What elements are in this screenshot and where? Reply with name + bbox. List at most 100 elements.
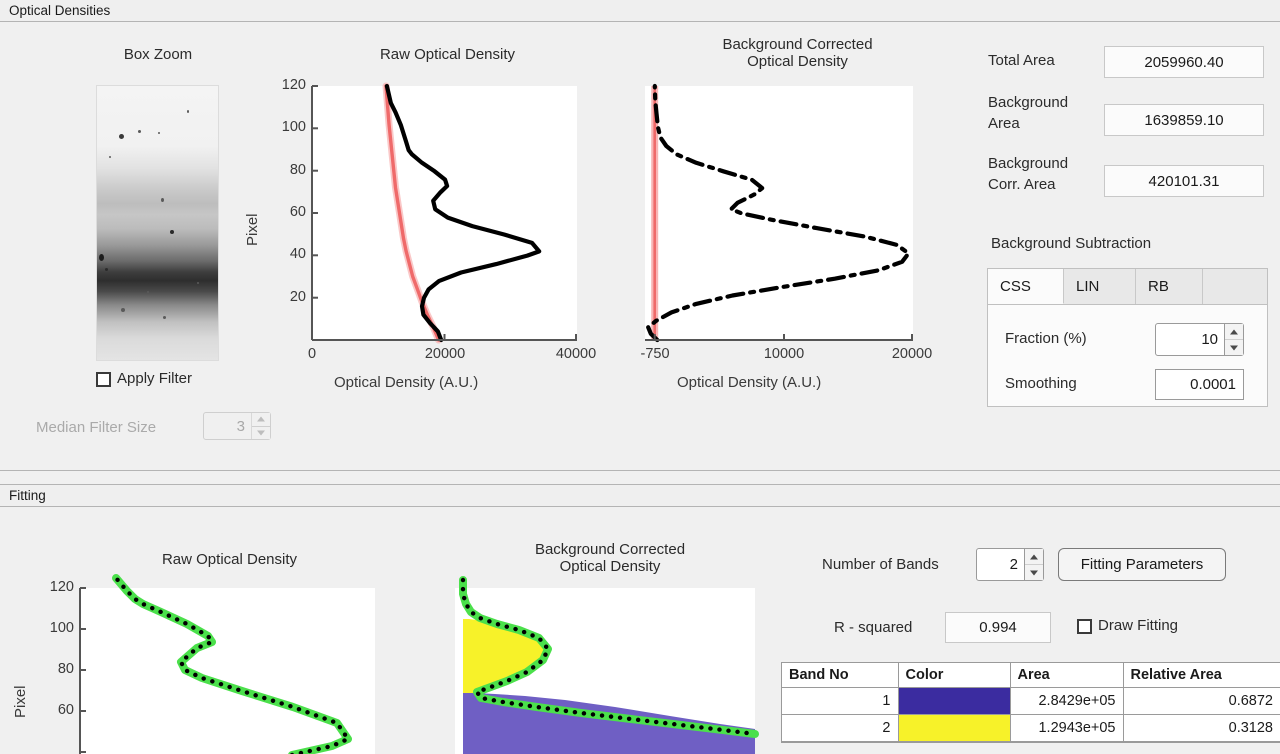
raw-od-ytick: 80	[289, 162, 306, 178]
apply-filter-checkbox[interactable]	[96, 372, 111, 387]
table-row[interactable]: 1 2.8429e+05 0.6872	[782, 687, 1280, 715]
stepper-up-icon	[252, 413, 270, 427]
apply-filter-label: Apply Filter	[117, 370, 193, 387]
background-corr-area-label: Background Corr. Area	[988, 155, 1069, 193]
fitting-panel: Fitting Raw Optical Density 120 100 80 6…	[0, 484, 1280, 754]
fit-bgcorr-od-chart[interactable]	[455, 576, 759, 754]
cell-relative-area: 0.3128	[1123, 714, 1280, 742]
draw-fitting-checkbox[interactable]	[1077, 619, 1092, 634]
optical-densities-panel-title: Optical Densities	[0, 0, 1280, 22]
fitting-parameters-button[interactable]: Fitting Parameters	[1058, 548, 1226, 581]
fraction-stepper[interactable]: 10	[1155, 323, 1244, 356]
fit-bgcorr-od-plot-svg	[459, 576, 759, 754]
gel-speck	[138, 130, 141, 133]
fit-raw-od-ytick: 120	[49, 579, 74, 595]
cell-area: 2.8429e+05	[1010, 687, 1124, 715]
number-of-bands-stepper[interactable]: 2	[976, 548, 1044, 581]
column-area: Area	[1010, 663, 1124, 688]
raw-od-ytick: 20	[289, 289, 306, 305]
median-filter-size-stepper[interactable]: 3	[203, 412, 271, 440]
background-area-value: 1639859.10	[1104, 104, 1264, 136]
bands-table-header-row: Band No Color Area Relative Area	[782, 663, 1280, 688]
optical-densities-panel: Optical Densities Box Zoom Apply Filter …	[0, 0, 1280, 471]
stepper-up-icon	[1025, 549, 1043, 565]
cell-band-no: 1	[782, 687, 899, 715]
stepper-down-icon	[1225, 340, 1243, 355]
band-color-swatch	[898, 688, 1010, 714]
gel-speck	[109, 156, 111, 158]
stepper-down-icon	[1025, 565, 1043, 580]
box-zoom-title: Box Zoom	[123, 46, 193, 63]
optical-densities-panel-body: Box Zoom Apply Filter Median Filter Size…	[0, 22, 1280, 470]
tab-rb[interactable]: RB	[1136, 269, 1203, 304]
median-filter-size-arrows[interactable]	[251, 413, 270, 439]
background-subtraction-title: Background Subtraction	[991, 235, 1152, 252]
fitting-panel-title: Fitting	[0, 485, 1280, 507]
bgcorr-od-chart[interactable]: -750 10000 20000 Optical Density (A.U.)	[640, 83, 932, 391]
bgcorr-od-xtick: -750	[640, 346, 670, 362]
number-of-bands-arrows[interactable]	[1024, 549, 1043, 580]
stepper-up-icon	[1225, 324, 1243, 340]
raw-od-ytick: 100	[281, 119, 306, 135]
fitting-panel-body: Raw Optical Density 120 100 80 60 Pixel …	[0, 507, 1280, 754]
raw-od-xtick: 20000	[424, 346, 466, 362]
fit-raw-od-ytick: 80	[57, 661, 74, 677]
background-subtraction-tabpanel: Fraction (%) 10 Smoothing 0.0001	[987, 305, 1268, 407]
table-row[interactable]: 2 1.2943e+05 0.3128	[782, 714, 1280, 742]
fit-raw-od-yaxis-label: Pixel	[12, 685, 29, 718]
number-of-bands-label: Number of Bands	[822, 556, 939, 573]
gel-speck	[158, 132, 160, 134]
bands-table[interactable]: Band No Color Area Relative Area 1 2.842…	[781, 662, 1280, 743]
stepper-down-icon	[252, 427, 270, 440]
raw-od-ytick: 120	[281, 77, 306, 93]
raw-od-xtick: 40000	[555, 346, 597, 362]
fraction-stepper-arrows[interactable]	[1224, 324, 1243, 355]
fit-bgcorr-od-chart-title: Background Corrected Optical Density	[534, 541, 686, 576]
raw-od-xtick: 0	[307, 346, 317, 362]
background-subtraction-tabs[interactable]: CSS LIN RB	[987, 268, 1268, 305]
gel-speck	[161, 198, 164, 202]
background-area-label: Background Area	[988, 94, 1069, 132]
raw-od-ytick: 60	[289, 204, 306, 220]
number-of-bands-value: 2	[1009, 556, 1018, 573]
gel-speck	[187, 110, 189, 113]
raw-od-ytick: 40	[289, 246, 306, 262]
box-zoom-image[interactable]	[96, 85, 219, 361]
raw-od-chart[interactable]: 120 100 80 60 40 20 0 20000 40000 Optica…	[244, 77, 596, 391]
app-root: Optical Densities Box Zoom Apply Filter …	[0, 0, 1280, 754]
raw-od-profile-curve	[384, 83, 542, 343]
gel-speck	[163, 316, 166, 319]
raw-od-yaxis-label: Pixel	[244, 213, 261, 246]
bgcorr-od-plot-svg	[645, 83, 913, 343]
gel-speck	[105, 268, 108, 271]
fit-raw-od-plot-svg	[79, 574, 352, 754]
smoothing-value[interactable]: 0.0001	[1155, 369, 1244, 400]
fit-raw-od-chart-title: Raw Optical Density	[161, 551, 298, 568]
bgcorr-od-xaxis-label: Optical Density (A.U.)	[677, 374, 822, 391]
background-corr-area-value: 420101.31	[1104, 165, 1264, 197]
smoothing-label: Smoothing	[1005, 375, 1077, 392]
gel-speck	[197, 282, 199, 284]
fit-raw-od-fit-curve	[112, 574, 352, 754]
fraction-value: 10	[1201, 331, 1218, 348]
draw-fitting-label: Draw Fitting	[1098, 617, 1179, 634]
raw-od-chart-title: Raw Optical Density	[379, 46, 516, 63]
bgcorr-od-profile-curve	[646, 83, 911, 343]
cell-color-swatch[interactable]	[898, 714, 1011, 742]
cell-relative-area: 0.6872	[1123, 687, 1280, 715]
fit-raw-od-chart[interactable]: 120 100 80 60 Pixel	[12, 574, 375, 754]
tab-css[interactable]: CSS	[988, 269, 1064, 304]
gel-speck	[147, 291, 149, 293]
raw-od-plot-svg	[311, 82, 577, 344]
total-area-label: Total Area	[988, 52, 1055, 69]
tab-lin[interactable]: LIN	[1064, 269, 1136, 304]
cell-area: 1.2943e+05	[1010, 714, 1124, 742]
tab-filler	[1203, 269, 1267, 304]
median-filter-size-value: 3	[236, 417, 245, 435]
gel-gradient	[97, 86, 218, 360]
column-color: Color	[898, 663, 1011, 688]
bgcorr-od-xtick: 20000	[891, 346, 933, 362]
total-area-value: 2059960.40	[1104, 46, 1264, 78]
gel-speck	[99, 254, 104, 261]
cell-color-swatch[interactable]	[898, 687, 1011, 715]
